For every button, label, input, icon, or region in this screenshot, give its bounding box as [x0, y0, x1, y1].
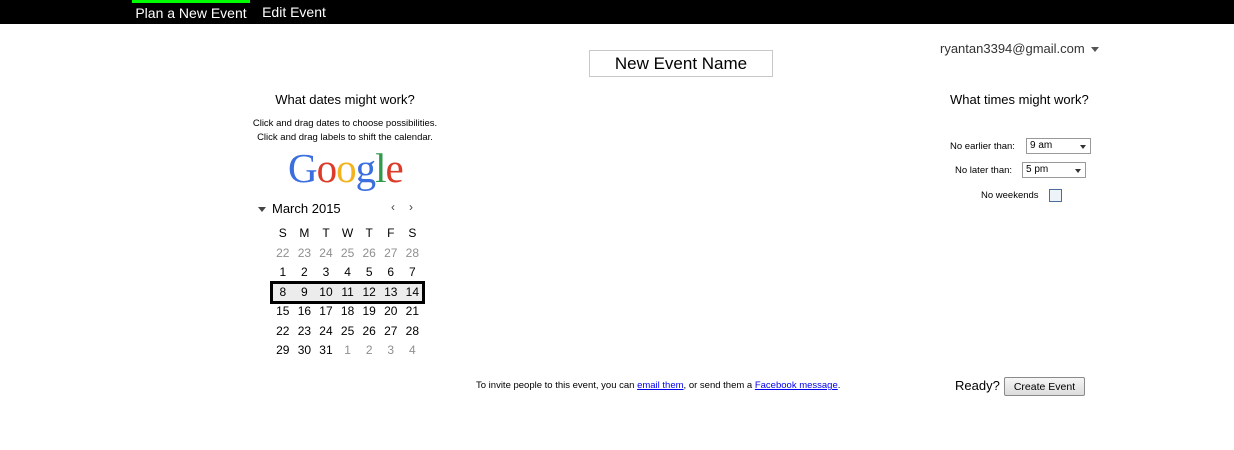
calendar-month-selector[interactable]: March 2015	[258, 201, 341, 216]
calendar-day[interactable]: 24	[315, 244, 337, 264]
invite-text-end: .	[837, 380, 841, 391]
calendar-day[interactable]: 2	[358, 341, 380, 361]
earliest-time-value: 9 am	[1030, 140, 1053, 151]
calendar-day[interactable]: 29	[272, 341, 294, 361]
weekday-header: S	[408, 226, 417, 240]
calendar-day[interactable]: 5	[358, 263, 380, 283]
calendar-day[interactable]: 28	[402, 244, 424, 264]
no-weekends-label: No weekends	[981, 190, 1039, 201]
invite-text-middle: , or send them a	[683, 380, 755, 391]
calendar-day[interactable]: 24	[315, 322, 337, 342]
calendar-day[interactable]: 14	[402, 283, 424, 303]
calendar-day[interactable]: 27	[380, 322, 402, 342]
latest-time-value: 5 pm	[1026, 164, 1049, 175]
calendar-day[interactable]: 23	[294, 322, 316, 342]
calendar-day[interactable]: 23	[294, 244, 316, 264]
calendar-day[interactable]: 1	[272, 263, 294, 283]
calendar-day[interactable]: 27	[380, 244, 402, 264]
google-logo: Google	[288, 145, 404, 191]
calendar-day[interactable]: 15	[272, 302, 294, 322]
ready-label: Ready?	[955, 378, 1000, 393]
calendar-day[interactable]: 22	[272, 244, 294, 264]
calendar-day[interactable]: 31	[315, 341, 337, 361]
calendar-next-icon[interactable]: ›	[409, 200, 413, 214]
top-nav-bar: Plan a New Event Edit Event	[0, 0, 1234, 24]
calendar-weekday-header-row: SMTWTFS	[272, 224, 423, 244]
tab-plan-new-event[interactable]: Plan a New Event	[132, 0, 250, 24]
calendar-day[interactable]: 4	[402, 341, 424, 361]
calendar-week-row: 29 30 31 1 2 3 4	[272, 341, 423, 361]
no-weekends-checkbox[interactable]	[1049, 189, 1062, 202]
facebook-message-link[interactable]: Facebook message	[755, 380, 838, 391]
calendar-day[interactable]: 20	[380, 302, 402, 322]
create-event-button[interactable]: Create Event	[1004, 377, 1085, 396]
calendar-day[interactable]: 3	[380, 341, 402, 361]
calendar-day[interactable]: 17	[315, 302, 337, 322]
weekday-header: F	[387, 226, 395, 240]
dates-heading: What dates might work?	[275, 92, 415, 107]
calendar-day[interactable]: 28	[402, 322, 424, 342]
calendar-day[interactable]: 9	[294, 283, 316, 303]
calendar-week-row: 22 23 24 25 26 27 28	[272, 244, 423, 264]
calendar-day[interactable]: 30	[294, 341, 316, 361]
calendar-day[interactable]: 21	[402, 302, 424, 322]
latest-time-select[interactable]: 5 pm	[1022, 162, 1086, 178]
calendar-grid: S M T W T F S 22 23 24 25 26 27 28 1 2 3 4 5 6 7 8 9 10 11 12 13 14…	[269, 224, 426, 361]
calendar-day[interactable]: 7	[402, 263, 424, 283]
chevron-down-icon	[1075, 169, 1081, 173]
calendar-week-row-selected: 8 9 10 11 12 13 14	[269, 280, 426, 304]
calendar-day[interactable]: 16	[294, 302, 316, 322]
calendar-day[interactable]: 4	[337, 263, 359, 283]
calendar-day[interactable]: 8	[272, 283, 294, 303]
earliest-time-label: No earlier than:	[950, 141, 1015, 152]
calendar-day[interactable]: 12	[358, 283, 380, 303]
calendar-day[interactable]: 18	[337, 302, 359, 322]
calendar-week-row: 15 16 17 18 19 20 21	[272, 302, 423, 322]
latest-time-label: No later than:	[955, 165, 1013, 176]
chevron-down-icon	[1090, 47, 1099, 53]
calendar-day[interactable]: 6	[380, 263, 402, 283]
earliest-time-select[interactable]: 9 am	[1026, 138, 1091, 154]
calendar-day[interactable]: 3	[315, 263, 337, 283]
calendar-day[interactable]: 10	[315, 283, 337, 303]
calendar-day[interactable]: 11	[337, 283, 359, 303]
email-them-link[interactable]: email them	[637, 380, 683, 391]
calendar-day[interactable]: 25	[337, 244, 359, 264]
calendar-week-row: 22 23 24 25 26 27 28	[272, 322, 423, 342]
calendar-day[interactable]: 1	[337, 341, 359, 361]
calendar-day[interactable]: 26	[358, 244, 380, 264]
calendar-day[interactable]: 26	[358, 322, 380, 342]
calendar-day[interactable]: 25	[337, 322, 359, 342]
caret-down-icon	[258, 207, 266, 213]
weekday-header: T	[365, 226, 373, 240]
invite-text-start: To invite people to this event, you can	[476, 380, 638, 391]
account-email: ryantan3394@gmail.com	[940, 41, 1085, 56]
tab-edit-event[interactable]: Edit Event	[258, 0, 330, 24]
calendar-day[interactable]: 19	[358, 302, 380, 322]
calendar-month-label: March 2015	[272, 201, 341, 216]
invite-text: To invite people to this event, you can …	[476, 380, 840, 391]
calendar-day[interactable]: 2	[294, 263, 316, 283]
calendar-day[interactable]: 22	[272, 322, 294, 342]
dates-help-line-2: Click and drag labels to shift the calen…	[257, 132, 433, 143]
calendar-week-row: 1234567	[272, 263, 423, 283]
weekday-header: W	[341, 226, 354, 240]
chevron-down-icon	[1080, 145, 1086, 149]
dates-help-text: Click and drag dates to choose possibili…	[225, 117, 465, 145]
calendar-day[interactable]: 13	[380, 283, 402, 303]
calendar-prev-icon[interactable]: ‹	[391, 200, 395, 214]
times-heading: What times might work?	[950, 92, 1089, 107]
weekday-header: S	[278, 226, 287, 240]
weekday-header: T	[322, 226, 330, 240]
dates-help-line-1: Click and drag dates to choose possibili…	[252, 118, 438, 129]
account-menu[interactable]: ryantan3394@gmail.com	[940, 41, 1099, 56]
event-name-input[interactable]	[589, 50, 773, 77]
weekday-header: M	[299, 226, 310, 240]
